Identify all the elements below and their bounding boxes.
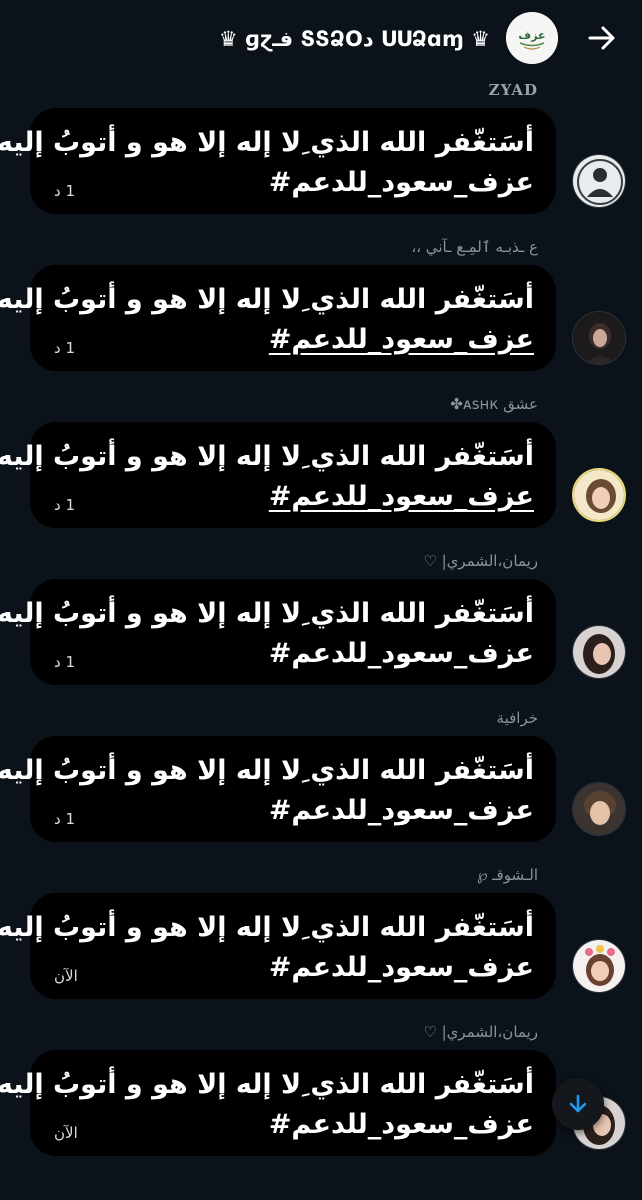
- message-text: أسَتغّفر الله الذي ِلا إله إلا هو و أتوب…: [0, 127, 534, 158]
- avatar[interactable]: [572, 939, 626, 993]
- message-bubble[interactable]: أسَتغّفر الله الذي ِلا إله إلا هو و أتوب…: [0, 736, 556, 842]
- message-bubble[interactable]: أسَتغّفر الله الذي ِلا إله إلا هو و أتوب…: [0, 893, 556, 999]
- message-time: 1 د: [54, 182, 75, 200]
- back-button[interactable]: [584, 20, 620, 56]
- group-avatar-text: عزف: [518, 29, 545, 42]
- message-hashtag[interactable]: عزف_سعود_للدعم#: [269, 476, 534, 516]
- sender-name[interactable]: خرافية: [497, 706, 538, 730]
- message-bubble[interactable]: أسَتغّفر الله الذي ِلا إله إلا هو و أتوب…: [0, 108, 556, 214]
- message-time: 1 د: [54, 810, 75, 828]
- arrow-down-icon: [569, 1094, 587, 1113]
- group-logo-icon: عزف: [506, 12, 558, 64]
- message-list[interactable]: ZYAD أسَتغّفر الله الذي ِلا إله إلا هو و…: [0, 78, 642, 1200]
- message-hashtag[interactable]: عزف_سعود_للدعم#: [269, 947, 534, 987]
- avatar[interactable]: [572, 625, 626, 679]
- message-text: أسَتغّفر الله الذي ِلا إله إلا هو و أتوب…: [0, 1069, 534, 1100]
- sender-name[interactable]: ع ـذبـه ٱلمِـع ـآني ،،: [411, 235, 538, 259]
- message-text: أسَتغّفر الله الذي ِلا إله إلا هو و أتوب…: [0, 755, 534, 786]
- group-title[interactable]: ♛ ɡɀفـ ՏՏՁOد ՍՍՁɑɱ ♛: [150, 22, 490, 56]
- sender-name[interactable]: ZYAD: [489, 78, 538, 102]
- message-bubble[interactable]: أسَتغّفر الله الذي ِلا إله إلا هو و أتوب…: [0, 579, 556, 685]
- sender-name[interactable]: ريمان،الشمري| ♡: [423, 549, 538, 573]
- avatar[interactable]: [572, 468, 626, 522]
- avatar[interactable]: [572, 311, 626, 365]
- message-hashtag[interactable]: عزف_سعود_للدعم#: [269, 162, 534, 202]
- message-hashtag[interactable]: عزف_سعود_للدعم#: [269, 790, 534, 830]
- message-bubble[interactable]: أسَتغّفر الله الذي ِلا إله إلا هو و أتوب…: [0, 1050, 556, 1156]
- message-row: خرافية أسَتغّفر الله الذي ِلا إله إلا هو…: [0, 706, 642, 862]
- message-text: أسَتغّفر الله الذي ِلا إله إلا هو و أتوب…: [0, 912, 534, 943]
- message-time: 1 د: [54, 653, 75, 671]
- group-avatar[interactable]: عزف: [506, 12, 558, 64]
- message-hashtag[interactable]: عزف_سعود_للدعم#: [269, 633, 534, 673]
- sender-name[interactable]: ريمان،الشمري| ♡: [423, 1020, 538, 1044]
- message-row: ريمان،الشمري| ♡ أسَتغّفر الله الذي ِلا إ…: [0, 1020, 642, 1176]
- sender-name[interactable]: عشق ᴀѕнк✤: [450, 392, 538, 416]
- avatar[interactable]: [572, 782, 626, 836]
- avatar[interactable]: [572, 154, 626, 208]
- message-row: ع ـذبـه ٱلمِـع ـآني ،، أسَتغّفر الله الذ…: [0, 235, 642, 391]
- message-time: 1 د: [54, 496, 75, 514]
- scroll-to-bottom-button[interactable]: [552, 1078, 604, 1130]
- message-hashtag[interactable]: عزف_سعود_للدعم#: [269, 1104, 534, 1144]
- message-text: أسَتغّفر الله الذي ِلا إله إلا هو و أتوب…: [0, 284, 534, 315]
- message-time: 1 د: [54, 339, 75, 357]
- arrow-right-icon: [588, 26, 615, 50]
- message-bubble[interactable]: أسَتغّفر الله الذي ِلا إله إلا هو و أتوب…: [0, 422, 556, 528]
- message-row: الـشوقـ ℘ أسَتغّفر الله الذي ِلا إله إلا…: [0, 863, 642, 1019]
- message-row: عشق ᴀѕнк✤ أسَتغّفر الله الذي ِلا إله إلا…: [0, 392, 642, 548]
- message-text: أسَتغّفر الله الذي ِلا إله إلا هو و أتوب…: [0, 598, 534, 629]
- sender-name[interactable]: الـشوقـ ℘: [477, 863, 538, 887]
- chat-header: عزف ♛ ɡɀفـ ՏՏՁOد ՍՍՁɑɱ ♛: [0, 0, 642, 78]
- message-row: ريمان،الشمري| ♡ أسَتغّفر الله الذي ِلا إ…: [0, 549, 642, 705]
- message-text: أسَتغّفر الله الذي ِلا إله إلا هو و أتوب…: [0, 441, 534, 472]
- message-row: ZYAD أسَتغّفر الله الذي ِلا إله إلا هو و…: [0, 78, 642, 234]
- message-time: الآن: [54, 967, 78, 985]
- message-bubble[interactable]: أسَتغّفر الله الذي ِلا إله إلا هو و أتوب…: [0, 265, 556, 371]
- message-time: الآن: [54, 1124, 78, 1142]
- message-hashtag[interactable]: عزف_سعود_للدعم#: [269, 319, 534, 359]
